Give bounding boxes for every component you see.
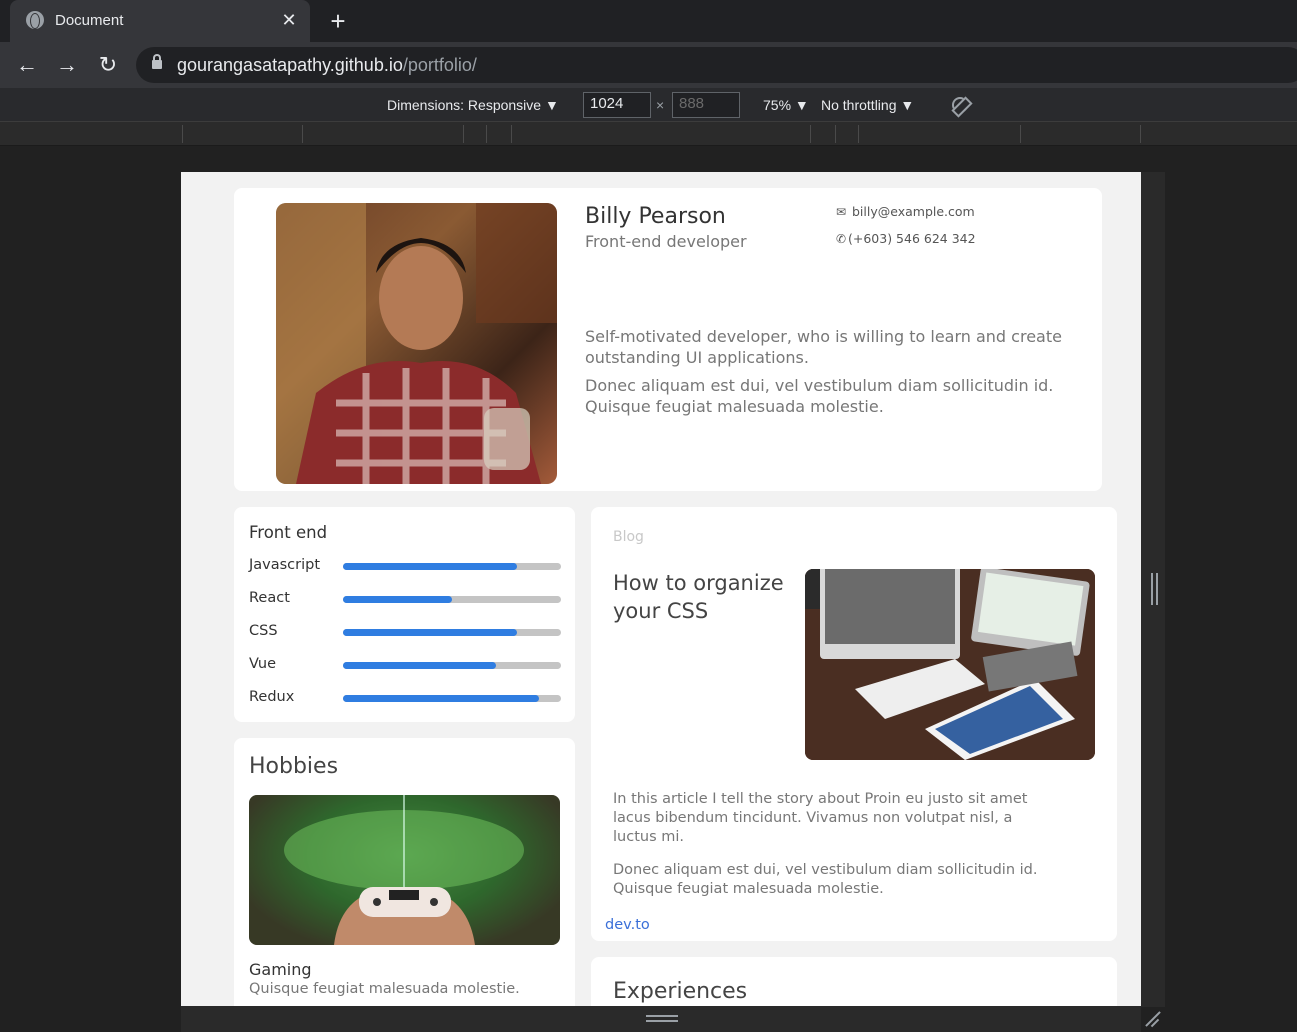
zoom-dropdown[interactable]: 75% ▼ — [763, 97, 809, 113]
skill-progress-fill — [343, 563, 518, 570]
bio-paragraph-2: Donec aliquam est dui, vel vestibulum di… — [585, 376, 1054, 416]
address-bar: ← → ↻ gourangasatapathy.github.io/portfo… — [0, 42, 1297, 88]
profile-photo-art — [276, 203, 557, 484]
device-toolbar: Dimensions: Responsive ▼ 1024 × 888 75% … — [0, 88, 1297, 122]
experiences-title: Experiences — [613, 979, 748, 1004]
height-input[interactable]: 888 — [672, 92, 740, 118]
skill-row: React — [249, 590, 561, 610]
skill-progress-bar — [343, 662, 561, 669]
profile-role: Front-end developer — [585, 232, 747, 251]
gaming-art — [249, 795, 560, 945]
ruler-tick — [302, 125, 303, 143]
profile-card: Billy Pearson Front-end developer ✉ bill… — [234, 188, 1102, 491]
experiences-card: Experiences — [591, 957, 1117, 1006]
new-tab-button[interactable]: + — [326, 6, 350, 36]
skill-progress-bar — [343, 563, 561, 570]
envelope-icon: ✉ — [836, 205, 847, 219]
skill-progress-fill — [343, 629, 518, 636]
emulated-page: Billy Pearson Front-end developer ✉ bill… — [181, 172, 1141, 1006]
skill-label: CSS — [249, 623, 278, 639]
skill-label: React — [249, 590, 290, 606]
dimensions-dropdown[interactable]: Dimensions: Responsive ▼ — [387, 97, 559, 113]
hobbies-card: Hobbies Gaming Quisque feugiat malesuada… — [234, 738, 575, 1006]
lock-icon[interactable] — [152, 54, 162, 69]
ruler-tick — [486, 125, 487, 143]
blog-card: Blog How to organize your CSS In this ar… — [591, 507, 1117, 941]
rotate-icon[interactable] — [952, 97, 968, 113]
globe-icon — [26, 11, 44, 29]
omnibox[interactable]: gourangasatapathy.github.io/portfolio/ — [136, 47, 1297, 83]
skill-progress-fill — [343, 596, 452, 603]
ruler-tick — [511, 125, 512, 143]
blog-kicker: Blog — [613, 529, 644, 545]
skill-row: Javascript — [249, 557, 561, 577]
close-tab-icon[interactable]: ✕ — [278, 9, 300, 31]
ruler-tick — [463, 125, 464, 143]
ruler-tick — [1140, 125, 1141, 143]
phone-text: (+603) 546 624 342 — [848, 231, 976, 246]
url-path: /portfolio/ — [402, 55, 477, 75]
hobby-image — [249, 795, 560, 945]
skill-label: Redux — [249, 689, 295, 705]
blog-title[interactable]: How to organize your CSS — [613, 569, 793, 625]
forward-arrow-icon[interactable]: → — [54, 52, 80, 78]
blog-excerpt-2: Donec aliquam est dui, vel vestibulum di… — [613, 862, 1038, 897]
back-arrow-icon[interactable]: ← — [14, 52, 40, 78]
ruler-tick — [810, 125, 811, 143]
skill-label: Javascript — [249, 557, 321, 573]
skill-progress-fill — [343, 695, 540, 702]
ruler-tick — [1020, 125, 1021, 143]
workspace-art — [805, 569, 1095, 760]
skill-row: Redux — [249, 689, 561, 709]
tab-strip: Document ✕ + — [0, 0, 1297, 42]
hobbies-title: Hobbies — [249, 754, 339, 779]
phone-contact: ✆ (+603) 546 624 342 — [836, 231, 976, 246]
profile-photo — [276, 203, 557, 484]
corner-resize-icon[interactable] — [1144, 1010, 1162, 1028]
skills-title: Front end — [249, 523, 328, 542]
skill-progress-fill — [343, 662, 496, 669]
skill-progress-bar — [343, 629, 561, 636]
reload-icon[interactable]: ↻ — [95, 52, 121, 78]
skill-label: Vue — [249, 656, 277, 672]
profile-name: Billy Pearson — [585, 204, 726, 229]
skill-row: CSS — [249, 623, 561, 643]
bio-paragraph: Self-motivated developer, who is willing… — [585, 327, 1062, 367]
width-input[interactable]: 1024 — [583, 92, 651, 118]
hobby-description: Quisque feugiat malesuada molestie. — [249, 981, 520, 997]
browser-tab[interactable]: Document ✕ — [10, 0, 310, 42]
ruler-tick — [858, 125, 859, 143]
email-text: billy@example.com — [851, 204, 975, 219]
hobby-name: Gaming — [249, 960, 312, 979]
phone-icon: ✆ — [836, 232, 847, 246]
ruler-tick — [182, 125, 183, 143]
skill-progress-bar — [343, 596, 561, 603]
resize-grip-bottom-icon[interactable] — [646, 1015, 678, 1022]
email-contact: ✉ billy@example.com — [836, 204, 975, 219]
ruler-tick — [835, 125, 836, 143]
url-text[interactable]: gourangasatapathy.github.io/portfolio/ — [177, 55, 477, 76]
throttling-dropdown[interactable]: No throttling ▼ — [821, 97, 914, 113]
blog-image — [805, 569, 1095, 760]
blog-link[interactable]: dev.to — [605, 917, 650, 933]
tab-title: Document — [55, 12, 124, 29]
times-icon: × — [656, 97, 665, 113]
skill-row: Vue — [249, 656, 561, 676]
resize-grip-icon[interactable] — [1151, 573, 1158, 605]
url-host: gourangasatapathy.github.io — [177, 55, 403, 75]
skills-card: Front end Javascript React CSS Vue Redux — [234, 507, 575, 722]
skill-progress-bar — [343, 695, 561, 702]
media-query-ruler[interactable] — [0, 122, 1297, 146]
blog-excerpt: In this article I tell the story about P… — [613, 791, 1028, 845]
